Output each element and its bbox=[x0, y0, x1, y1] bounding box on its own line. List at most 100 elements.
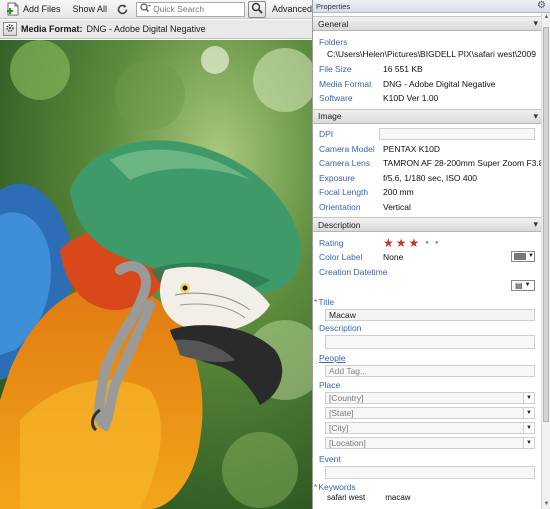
rating-label: Rating bbox=[319, 237, 344, 248]
star-filled-icon[interactable]: ★ bbox=[396, 237, 407, 249]
file-size-value: 16 551 KB bbox=[383, 64, 423, 75]
required-asterisk: * bbox=[314, 481, 318, 492]
section-general-title: General bbox=[318, 18, 349, 29]
keywords-list: safari west macaw bbox=[313, 493, 541, 502]
keywords-label-row: *Keywords bbox=[313, 481, 541, 493]
people-tag-input[interactable]: Add Tag... bbox=[325, 364, 535, 377]
section-image[interactable]: Image ▾ bbox=[313, 108, 541, 124]
photo-preview[interactable] bbox=[0, 40, 312, 509]
people-label[interactable]: People bbox=[313, 351, 541, 365]
advanced-search-button[interactable]: Advanced bbox=[272, 0, 312, 19]
add-files-label: Add Files bbox=[23, 4, 61, 14]
scroll-thumb[interactable] bbox=[543, 27, 549, 422]
required-asterisk: * bbox=[314, 296, 318, 307]
orientation-value: Vertical bbox=[383, 202, 411, 213]
location-select[interactable]: [Location] ▼ bbox=[325, 436, 535, 449]
media-format-row: Media Format DNG - Adobe Digital Negativ… bbox=[313, 77, 541, 92]
media-format-prop-value: DNG - Adobe Digital Negative bbox=[383, 78, 496, 89]
dropdown-arrow-icon: ▼ bbox=[523, 392, 534, 403]
dropdown-arrow-icon: ▼ bbox=[523, 437, 534, 448]
event-field[interactable] bbox=[325, 465, 535, 479]
city-select[interactable]: [City] ▼ bbox=[325, 421, 535, 434]
creation-datetime-row: ▤ ▼ bbox=[313, 279, 541, 293]
add-files-icon bbox=[6, 2, 20, 16]
main-toolbar: Add Files Show All Advanced bbox=[0, 0, 312, 19]
focal-length-value: 200 mm bbox=[383, 187, 414, 198]
search-input[interactable] bbox=[153, 4, 240, 14]
keyword-tag[interactable]: macaw bbox=[385, 493, 410, 502]
show-all-label: Show All bbox=[72, 4, 108, 14]
file-size-row: File Size 16 551 KB bbox=[313, 62, 541, 77]
section-description[interactable]: Description ▾ bbox=[313, 217, 541, 233]
collapse-icon: ▾ bbox=[533, 18, 538, 28]
date-picker-button[interactable]: ▤ ▼ bbox=[511, 279, 535, 291]
magnifier-icon bbox=[251, 2, 263, 16]
color-label-picker[interactable]: ▼ bbox=[511, 250, 535, 262]
panel-settings-icon[interactable]: ⚙ bbox=[537, 0, 546, 11]
camera-lens-value: TAMRON AF 28-200mm Super Zoom F3.8-5 bbox=[383, 158, 541, 169]
color-label-label: Color Label bbox=[319, 252, 363, 263]
camera-lens-row: Camera Lens TAMRON AF 28-200mm Super Zoo… bbox=[313, 156, 541, 171]
camera-model-value: PENTAX K10D bbox=[383, 143, 441, 154]
panel-header: Properties ⚙ bbox=[313, 0, 550, 13]
folders-value: C:\Users\Helen\Pictures\BIGDELL PIX\safa… bbox=[327, 49, 536, 59]
location-value: [Location] bbox=[329, 437, 366, 448]
creation-datetime-label: Creation Datetime bbox=[319, 266, 388, 277]
keywords-label: Keywords bbox=[318, 481, 356, 492]
scroll-up-icon[interactable]: ▲ bbox=[542, 13, 550, 22]
refresh-icon bbox=[116, 3, 129, 16]
color-label-row: Color Label None ▼ bbox=[313, 250, 541, 265]
software-label: Software bbox=[319, 93, 353, 104]
color-label-value: None bbox=[383, 252, 404, 263]
search-icon bbox=[140, 3, 152, 15]
rating-stars[interactable]: ★ ★ ★ ● ● bbox=[377, 237, 439, 249]
macaw-image bbox=[0, 40, 312, 509]
title-label: Title bbox=[318, 296, 335, 307]
city-value: [City] bbox=[329, 422, 349, 433]
settings-button[interactable] bbox=[3, 22, 17, 36]
camera-model-row: Camera Model PENTAX K10D bbox=[313, 141, 541, 156]
section-image-title: Image bbox=[318, 111, 342, 122]
star-empty-icon[interactable]: ● bbox=[425, 240, 429, 246]
section-description-title: Description bbox=[318, 219, 361, 230]
folders-label: Folders bbox=[319, 37, 348, 47]
section-general[interactable]: General ▾ bbox=[313, 16, 541, 31]
state-value: [State] bbox=[329, 407, 354, 418]
collapse-icon: ▾ bbox=[533, 110, 538, 121]
collapse-icon: ▾ bbox=[533, 219, 538, 230]
dropdown-arrow-icon: ▼ bbox=[524, 282, 531, 289]
dropdown-arrow-icon: ▼ bbox=[528, 253, 534, 260]
calendar-icon: ▤ bbox=[515, 280, 523, 290]
country-value: [Country] bbox=[329, 392, 364, 403]
dropdown-arrow-icon: ▼ bbox=[523, 407, 534, 418]
title-field[interactable]: Macaw bbox=[325, 308, 535, 321]
add-files-button[interactable]: Add Files bbox=[0, 0, 67, 19]
star-filled-icon[interactable]: ★ bbox=[383, 237, 394, 249]
place-label: Place bbox=[319, 379, 341, 390]
quick-search[interactable] bbox=[136, 1, 245, 17]
software-value: K10D Ver 1.00 bbox=[383, 93, 439, 104]
country-select[interactable]: [Country] ▼ bbox=[325, 391, 535, 404]
description-label: Description bbox=[319, 322, 362, 333]
focal-length-label: Focal Length bbox=[319, 187, 369, 198]
star-empty-icon[interactable]: ● bbox=[435, 240, 439, 246]
show-all-button[interactable]: Show All bbox=[67, 0, 114, 19]
color-swatch bbox=[514, 252, 526, 260]
orientation-label: Orientation bbox=[319, 202, 361, 213]
description-field[interactable] bbox=[325, 334, 535, 349]
panel-scrollbar[interactable]: ▲ ▼ bbox=[541, 13, 550, 509]
dpi-label: DPI bbox=[319, 129, 334, 140]
software-row: Software K10D Ver 1.00 bbox=[313, 91, 541, 106]
star-filled-icon[interactable]: ★ bbox=[409, 237, 420, 249]
media-format-bar: Media Format: DNG - Adobe Digital Negati… bbox=[0, 20, 312, 39]
state-select[interactable]: [State] ▼ bbox=[325, 406, 535, 419]
search-go-button[interactable] bbox=[247, 0, 266, 18]
scroll-down-icon[interactable]: ▼ bbox=[542, 500, 550, 509]
media-format-prop-label: Media Format bbox=[319, 78, 372, 89]
refresh-button[interactable] bbox=[113, 0, 132, 19]
camera-model-label: Camera Model bbox=[319, 143, 375, 154]
panel-body: General ▾ Folders C:\Users\Helen\Picture… bbox=[313, 13, 541, 509]
dpi-field[interactable] bbox=[379, 128, 535, 141]
dropdown-arrow-icon: ▼ bbox=[523, 422, 534, 433]
keyword-tag[interactable]: safari west bbox=[327, 493, 365, 502]
